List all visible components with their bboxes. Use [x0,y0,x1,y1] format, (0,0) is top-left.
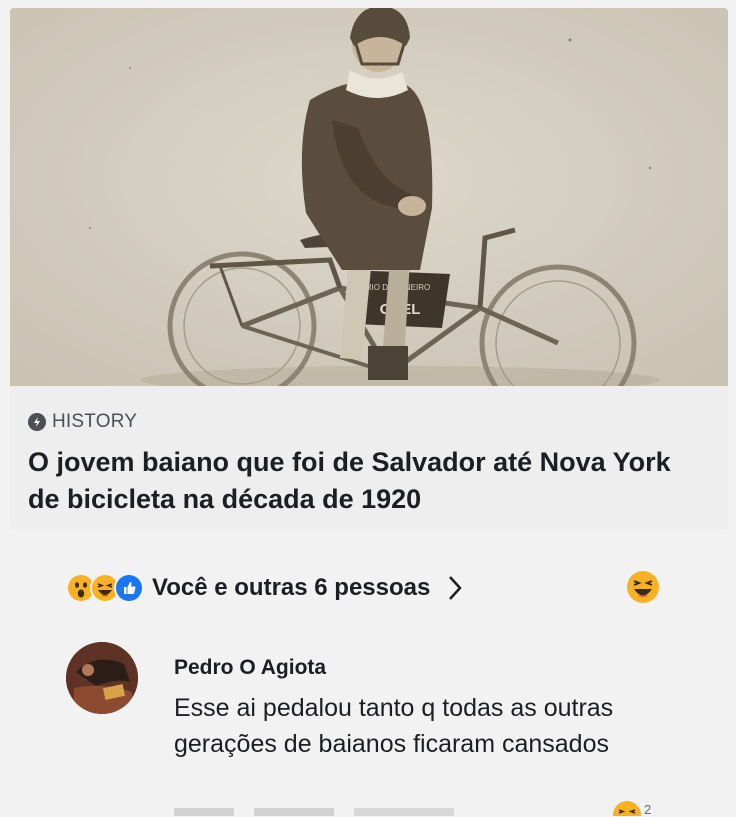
chevron-right-icon[interactable] [444,573,466,603]
comment-author[interactable]: Pedro O Agiota [174,656,674,680]
haha-reaction-icon [613,801,641,816]
avatar[interactable] [66,642,138,714]
haha-reaction-icon [627,571,659,603]
comment: Pedro O Agiota Esse ai pedalou tanto q t… [174,656,674,762]
lightning-bolt-icon [28,413,46,431]
like-reaction-icon [114,573,144,603]
comment-reaction-badge[interactable] [612,800,642,816]
reactions-row[interactable]: Você e outras 6 pessoas [66,570,466,606]
haha-reaction-button[interactable] [626,570,660,604]
link-source: HISTORY [52,411,138,432]
comment-text: Esse ai pedalou tanto q todas as outras … [174,694,614,758]
link-preview-image[interactable]: RIO DE JANEIRO OPEL [10,8,728,386]
comment-actions[interactable] [174,806,454,816]
comment-actions-cropped [174,808,454,816]
avatar-image [66,642,138,714]
bicycle-photo-illustration: RIO DE JANEIRO OPEL [10,8,728,386]
link-headline[interactable]: O jovem baiano que foi de Salvador até N… [28,444,688,518]
comment-reaction-count: 2 [644,802,652,817]
reactions-summary[interactable]: Você e outras 6 pessoas [152,574,430,602]
link-preview-card[interactable]: RIO DE JANEIRO OPEL [10,8,728,530]
